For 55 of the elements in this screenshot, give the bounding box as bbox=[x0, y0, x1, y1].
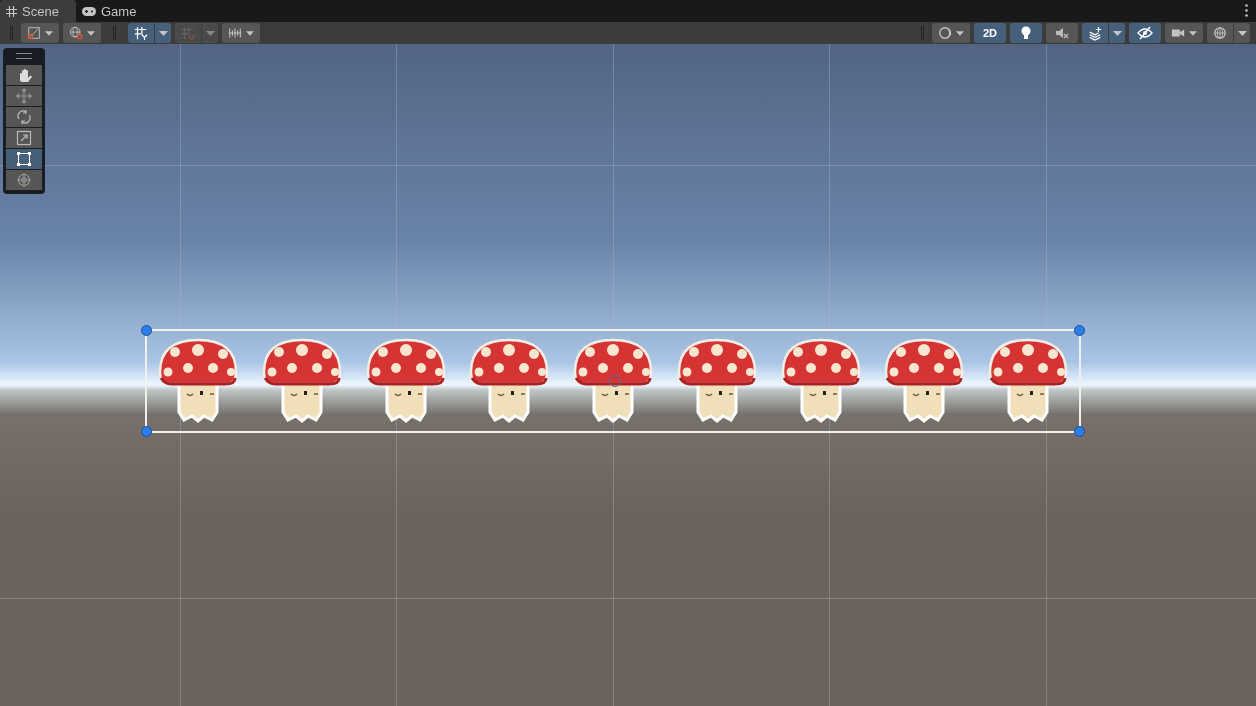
resize-handle[interactable] bbox=[1074, 426, 1085, 437]
caret-icon bbox=[205, 30, 215, 36]
toolbar-toggle[interactable] bbox=[1010, 23, 1042, 43]
toolbar-dropdown[interactable] bbox=[932, 23, 970, 43]
caret-icon bbox=[158, 30, 168, 36]
toolbar-dropdown[interactable] bbox=[202, 23, 218, 43]
toolbar-toggle[interactable]: 2D bbox=[974, 23, 1006, 43]
tool-button[interactable] bbox=[6, 65, 42, 85]
tab[interactable]: Scene bbox=[0, 0, 76, 22]
resize-handle[interactable] bbox=[1074, 325, 1085, 336]
rotate-icon bbox=[16, 109, 32, 125]
gamepad-icon bbox=[82, 6, 96, 16]
tool-button[interactable] bbox=[6, 149, 42, 169]
toolbar-dropdown[interactable] bbox=[1165, 23, 1203, 43]
toolbar-toggle[interactable] bbox=[1046, 23, 1078, 43]
globe-icon bbox=[69, 25, 84, 41]
grid-icon bbox=[134, 25, 148, 41]
tab[interactable]: Game bbox=[76, 0, 153, 22]
more-menu-icon[interactable] bbox=[1245, 4, 1248, 17]
gizmo-sphere-icon bbox=[1213, 25, 1227, 41]
caret-icon bbox=[1112, 30, 1122, 36]
toolbar-dropdown[interactable] bbox=[1109, 23, 1125, 43]
resize-handle[interactable] bbox=[141, 426, 152, 437]
caret-icon bbox=[956, 30, 964, 36]
toolbar-dropdown[interactable] bbox=[21, 23, 59, 43]
move-arrows-icon bbox=[16, 88, 32, 104]
toolbar-dropdown[interactable] bbox=[222, 23, 260, 43]
shading-sphere-icon bbox=[938, 25, 953, 41]
caret-icon bbox=[246, 30, 254, 36]
drag-handle[interactable] bbox=[16, 53, 32, 59]
toolbar-toggle[interactable] bbox=[128, 23, 154, 43]
caret-icon bbox=[1237, 30, 1247, 36]
tool-button[interactable] bbox=[6, 86, 42, 106]
transform-gizmo-icon bbox=[16, 172, 32, 188]
toolbar-toggle[interactable] bbox=[1207, 23, 1233, 43]
tool-button[interactable] bbox=[6, 107, 42, 127]
tool-button[interactable] bbox=[6, 128, 42, 148]
caret-icon bbox=[1189, 30, 1197, 36]
layers-sparkle-icon bbox=[1088, 25, 1102, 41]
toolbar-dropdown[interactable] bbox=[63, 23, 101, 43]
toolbar-dropdown[interactable] bbox=[155, 23, 171, 43]
gizmo-scale-icon bbox=[27, 25, 42, 41]
speaker-muted-icon bbox=[1054, 25, 1070, 41]
scene-viewport[interactable] bbox=[0, 44, 1256, 706]
grid-snap-icon bbox=[181, 25, 195, 41]
resize-handle[interactable] bbox=[141, 325, 152, 336]
caret-icon bbox=[45, 30, 53, 36]
eye-slash-icon bbox=[1137, 25, 1153, 41]
toolbar-dropdown[interactable] bbox=[1234, 23, 1250, 43]
toolbar-toggle[interactable] bbox=[1082, 23, 1108, 43]
rect-tool-icon bbox=[16, 151, 32, 167]
caret-icon bbox=[87, 30, 95, 36]
scale-icon bbox=[16, 130, 32, 146]
grid-icon bbox=[6, 5, 17, 17]
toolbar-toggle[interactable] bbox=[1129, 23, 1161, 43]
